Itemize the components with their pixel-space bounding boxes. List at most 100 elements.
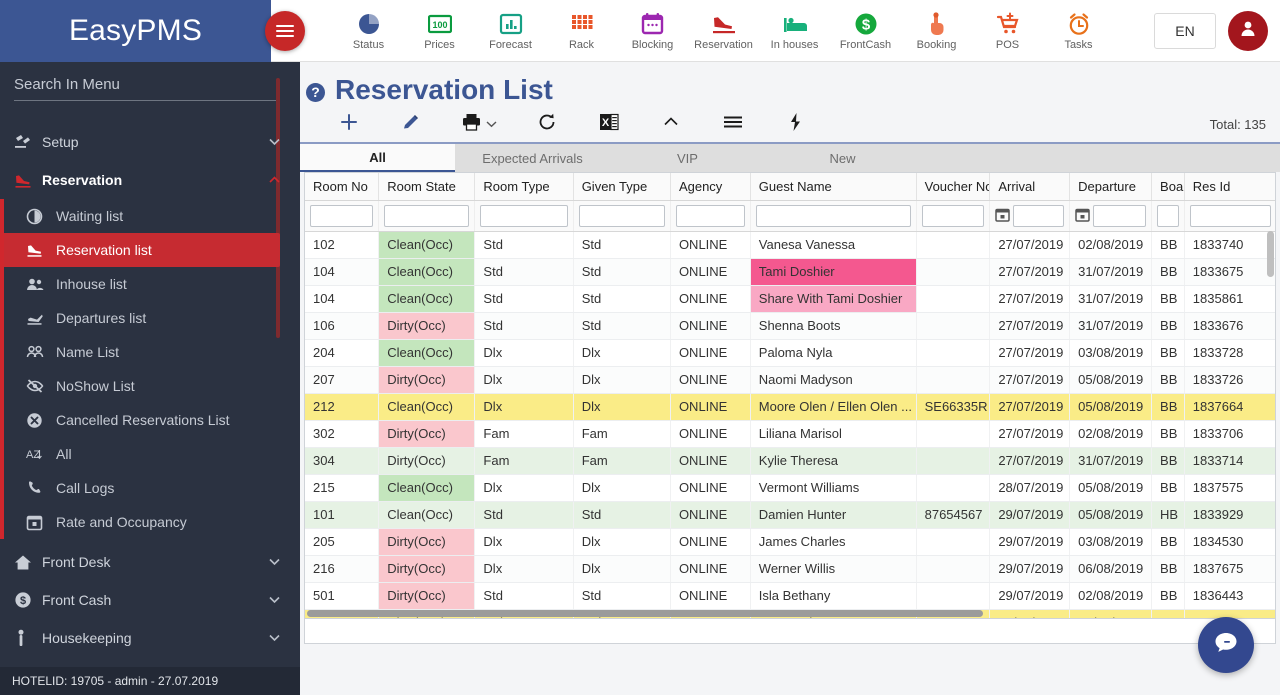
nav-item-rack[interactable]: Rack: [546, 11, 617, 51]
filter-input-board[interactable]: [1157, 204, 1179, 227]
table-row[interactable]: 215 Clean(Occ) Dlx Dlx ONLINE Vermont William…: [305, 474, 1275, 502]
cell-voucher_no: [916, 285, 991, 313]
sidebar-group-reservation[interactable]: Reservation: [0, 161, 300, 199]
grid-footer-pane: [305, 618, 1275, 643]
cell-departure: 31/07/2019: [1069, 285, 1153, 313]
cell-room_no: 207: [305, 366, 380, 394]
table-row[interactable]: 204 Clean(Occ) Dlx Dlx ONLINE Paloma Nyla 27/0…: [305, 339, 1275, 367]
filter-input-agency[interactable]: [675, 204, 745, 227]
tab-all[interactable]: All: [300, 144, 455, 172]
calendar-picker-icon[interactable]: [995, 207, 1011, 225]
filter-input-arrival[interactable]: [1013, 204, 1065, 227]
language-selector[interactable]: EN: [1154, 12, 1216, 49]
chat-bubble-icon: [1211, 628, 1241, 663]
table-row[interactable]: 101 Clean(Occ) Std Std ONLINE Damien Hunter 87…: [305, 501, 1275, 529]
nav-item-frontcash[interactable]: $ FrontCash: [830, 11, 901, 51]
quick-action-button[interactable]: [764, 108, 826, 140]
filter-cell-guest_name: [750, 200, 917, 232]
sidebar-toggle-button[interactable]: [265, 11, 305, 51]
sidebar-item-all[interactable]: AZ All: [0, 437, 300, 471]
sidebar-group-housekeeping[interactable]: Housekeeping: [0, 619, 300, 657]
filter-input-res_id[interactable]: [1189, 204, 1271, 227]
cell-room_type: Dlx: [474, 366, 574, 394]
nav-item-pos[interactable]: POS: [972, 11, 1043, 51]
table-row[interactable]: 212 Clean(Occ) Dlx Dlx ONLINE Moore Olen / El…: [305, 393, 1275, 421]
filter-input-room_state[interactable]: [384, 204, 470, 227]
table-row[interactable]: 304 Dirty(Occ) Fam Fam ONLINE Kylie Theresa 27…: [305, 447, 1275, 475]
nav-label: Tasks: [1064, 38, 1093, 51]
refresh-button[interactable]: [516, 108, 578, 140]
nav-item-tasks[interactable]: Tasks: [1043, 11, 1114, 51]
sidebar-item-cancelled-reservations-list[interactable]: Cancelled Reservations List: [0, 403, 300, 437]
sidebar-item-departures-list[interactable]: Departures list: [0, 301, 300, 335]
sidebar-item-call-logs[interactable]: Call Logs: [0, 471, 300, 505]
sidebar-group-setup[interactable]: Setup: [0, 123, 300, 161]
sidebar-group-front-cash[interactable]: $ Front Cash: [0, 581, 300, 619]
table-row[interactable]: 216 Dirty(Occ) Dlx Dlx ONLINE Werner Willis 29…: [305, 555, 1275, 583]
sidebar-item-noshow-list[interactable]: NoShow List: [0, 369, 300, 403]
table-row[interactable]: 106 Dirty(Occ) Std Std ONLINE Shenna Boots 27/…: [305, 312, 1275, 340]
nav-item-reservation[interactable]: Reservation: [688, 11, 759, 51]
print-button[interactable]: [442, 108, 516, 140]
search-menu-input[interactable]: Search In Menu: [14, 76, 278, 101]
collapse-button[interactable]: [640, 108, 702, 140]
sidebar-item-inhouse-list[interactable]: Inhouse list: [0, 267, 300, 301]
help-circle-icon[interactable]: ?: [306, 82, 325, 102]
nav-label: Status: [352, 38, 385, 51]
add-button[interactable]: [318, 108, 380, 140]
filter-input-room_no[interactable]: [310, 204, 374, 227]
calendar-picker-icon[interactable]: [1075, 207, 1090, 225]
cell-guest_name: Paloma Nyla: [750, 339, 917, 367]
column-header-departure[interactable]: Departure: [1069, 173, 1153, 201]
cell-board: BB: [1151, 582, 1185, 610]
nav-item-status[interactable]: Status: [333, 11, 404, 51]
table-row[interactable]: 501 Dirty(Occ) Std Std ONLINE Isla Bethany 29/…: [305, 582, 1275, 610]
user-avatar-button[interactable]: [1228, 10, 1268, 51]
sidebar-item-name-list[interactable]: Name List: [0, 335, 300, 369]
nav-item-forecast[interactable]: Forecast: [475, 11, 546, 51]
column-header-room_type[interactable]: Room Type: [474, 173, 574, 201]
cell-res_id: 1833740: [1184, 231, 1275, 259]
table-row[interactable]: 207 Dirty(Occ) Dlx Dlx ONLINE Naomi Madyson 27…: [305, 366, 1275, 394]
filter-input-given_type[interactable]: [578, 204, 665, 227]
tab-new[interactable]: New: [765, 144, 920, 172]
filter-input-room_type[interactable]: [480, 204, 568, 227]
column-header-room_no[interactable]: Room No: [305, 173, 380, 201]
grid-horizontal-scrollbar[interactable]: [307, 610, 983, 617]
sidebar-group-front-desk[interactable]: Front Desk: [0, 543, 300, 581]
column-header-board[interactable]: Boar: [1151, 173, 1185, 201]
filter-input-voucher_no[interactable]: [921, 204, 985, 227]
menu-button[interactable]: [702, 108, 764, 140]
column-header-arrival[interactable]: Arrival: [989, 173, 1071, 201]
filter-input-guest_name[interactable]: [755, 204, 911, 227]
tab-expected-arrivals[interactable]: Expected Arrivals: [455, 144, 610, 172]
nav-item-blocking[interactable]: Blocking: [617, 11, 688, 51]
column-header-res_id[interactable]: Res Id: [1184, 173, 1275, 201]
cell-departure: 02/08/2019: [1069, 231, 1153, 259]
column-header-voucher_no[interactable]: Voucher No: [916, 173, 991, 201]
filter-cell-departure: [1069, 200, 1153, 232]
table-row[interactable]: 302 Dirty(Occ) Fam Fam ONLINE Liliana Marisol…: [305, 420, 1275, 448]
sidebar-item-rate-and-occupancy[interactable]: Rate and Occupancy: [0, 505, 300, 539]
sidebar-item-waiting-list[interactable]: Waiting list: [0, 199, 300, 233]
grid-vertical-scrollbar[interactable]: [1267, 231, 1274, 277]
nav-label: Prices: [424, 38, 455, 51]
tab-vip[interactable]: VIP: [610, 144, 765, 172]
filter-input-departure[interactable]: [1093, 204, 1147, 227]
table-row[interactable]: 205 Dirty(Occ) Dlx Dlx ONLINE James Charles 29…: [305, 528, 1275, 556]
column-header-guest_name[interactable]: Guest Name: [750, 173, 917, 201]
column-header-room_state[interactable]: Room State: [378, 173, 476, 201]
table-row[interactable]: 104 Clean(Occ) Std Std ONLINE Tami Doshier 27/…: [305, 258, 1275, 286]
table-row[interactable]: 104 Clean(Occ) Std Std ONLINE Share With Tami…: [305, 285, 1275, 313]
sidebar-item-label: Cancelled Reservations List: [56, 412, 230, 428]
nav-item-booking[interactable]: Booking: [901, 11, 972, 51]
column-header-agency[interactable]: Agency: [670, 173, 751, 201]
excel-export-button[interactable]: X: [578, 108, 640, 140]
chat-widget-button[interactable]: [1198, 617, 1254, 673]
column-header-given_type[interactable]: Given Type: [573, 173, 671, 201]
nav-item-prices[interactable]: 100 Prices: [404, 11, 475, 51]
table-row[interactable]: 102 Clean(Occ) Std Std ONLINE Vanesa Vanessa 2…: [305, 231, 1275, 259]
nav-item-in-houses[interactable]: In houses: [759, 11, 830, 51]
edit-button[interactable]: [380, 108, 442, 140]
sidebar-item-reservation-list[interactable]: Reservation list: [0, 233, 280, 267]
